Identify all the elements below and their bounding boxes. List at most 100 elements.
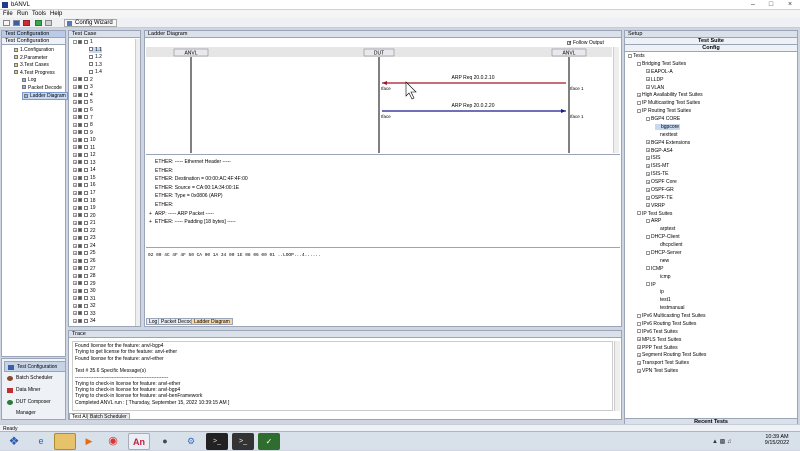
expand-icon[interactable]: +	[73, 228, 77, 233]
expand-collapse-icon[interactable]: -	[637, 108, 641, 113]
setup-tree-item[interactable]: testmanual	[655, 305, 684, 311]
setup-tree-item[interactable]: - IP Routing Test Suites	[637, 108, 691, 114]
test-case-checkbox[interactable]	[78, 39, 82, 44]
test-case-checkbox[interactable]	[78, 258, 82, 263]
test-case-checkbox[interactable]	[78, 273, 82, 278]
menu-file[interactable]: File	[3, 11, 13, 17]
test-case-item[interactable]: +3	[73, 84, 93, 90]
setup-tree-item[interactable]: - IPv6 Multicasting Test Suites	[637, 313, 706, 319]
setup-tree-item[interactable]: - IPv6 Routing Test Suites	[637, 321, 696, 327]
test-case-item[interactable]: +19	[73, 205, 96, 211]
expand-collapse-icon[interactable]: +	[637, 345, 641, 350]
test-case-checkbox[interactable]	[78, 168, 82, 173]
save-icon[interactable]	[13, 20, 20, 26]
expand-collapse-icon[interactable]: -	[637, 321, 641, 326]
test-case-checkbox[interactable]	[78, 198, 82, 203]
test-case-checkbox[interactable]	[78, 122, 82, 127]
test-case-checkbox[interactable]	[78, 175, 82, 180]
expand-collapse-icon[interactable]: -	[637, 329, 641, 334]
expand-icon[interactable]: +	[73, 190, 77, 195]
expand-icon[interactable]: +	[73, 152, 77, 157]
setup-tree-item[interactable]: + VRRP	[646, 203, 665, 209]
expand-icon[interactable]: +	[73, 296, 77, 301]
follow-output-option[interactable]: ✓ Follow Output	[567, 40, 604, 46]
test-case-checkbox[interactable]	[78, 235, 82, 240]
expand-icon[interactable]: +	[73, 84, 77, 89]
test-case-item[interactable]: +8	[73, 122, 93, 128]
config-tree-item[interactable]: 2.Parameter	[14, 55, 48, 61]
test-case-item[interactable]: +12	[73, 152, 96, 158]
expand-collapse-icon[interactable]: -	[646, 250, 650, 255]
test-case-select-checkbox[interactable]	[84, 235, 88, 240]
setup-tree-item[interactable]: + OSPF-TE	[646, 195, 673, 201]
setup-tree-item[interactable]: - IPv6 Test Suites	[637, 329, 678, 335]
expand-icon[interactable]: +	[73, 100, 77, 105]
test-case-checkbox[interactable]	[89, 47, 93, 52]
expand-collapse-icon[interactable]: -	[637, 313, 641, 318]
test-case-select-checkbox[interactable]	[84, 281, 88, 286]
test-case-item[interactable]: +6	[73, 107, 93, 113]
expand-icon[interactable]: +	[73, 243, 77, 248]
test-case-select-checkbox[interactable]	[84, 303, 88, 308]
test-case-select-checkbox[interactable]	[84, 213, 88, 218]
test-case-item[interactable]: +23	[73, 235, 96, 241]
test-case-checkbox[interactable]	[78, 228, 82, 233]
setup-tree-item[interactable]: + LLDP	[646, 77, 664, 83]
expand-icon[interactable]: +	[73, 92, 77, 97]
expand-icon[interactable]: +	[73, 198, 77, 203]
expand-icon[interactable]: +	[73, 273, 77, 278]
test-case-subitem[interactable]: 1.4	[89, 69, 102, 75]
test-case-checkbox[interactable]	[89, 54, 93, 59]
new-icon[interactable]	[3, 20, 10, 26]
expand-icon[interactable]: +	[73, 303, 77, 308]
test-case-select-checkbox[interactable]	[84, 311, 88, 316]
expand-icon[interactable]: +	[73, 160, 77, 165]
setup-tree-item[interactable]: bgpcore	[655, 123, 681, 130]
setup-tree-item[interactable]: + OSPF Core	[646, 179, 677, 185]
test-case-item[interactable]: +14	[73, 167, 96, 173]
expand-collapse-icon[interactable]: +	[646, 148, 650, 153]
test-case-checkbox[interactable]	[78, 311, 82, 316]
test-case-checkbox[interactable]	[78, 145, 82, 150]
expand-icon[interactable]: +	[73, 213, 77, 218]
test-case-item[interactable]: +26	[73, 258, 96, 264]
test-case-checkbox[interactable]	[78, 296, 82, 301]
test-case-item[interactable]: -1	[73, 39, 93, 45]
test-case-checkbox[interactable]	[78, 115, 82, 120]
setup-tree-item[interactable]: - BGP4 CORE	[646, 116, 680, 122]
expand-collapse-icon[interactable]: -	[637, 211, 641, 216]
expand-collapse-icon[interactable]: +	[646, 85, 650, 90]
test-case-select-checkbox[interactable]	[84, 258, 88, 263]
test-case-checkbox[interactable]	[78, 205, 82, 210]
minimize-button[interactable]: –	[744, 1, 762, 9]
expand-icon[interactable]: +	[73, 266, 77, 271]
setup-tree-item[interactable]: + ISIS-TE	[646, 171, 669, 177]
expand-collapse-icon[interactable]: +	[646, 179, 650, 184]
expand-collapse-icon[interactable]: +	[646, 156, 650, 161]
config-tree-item[interactable]: 4.Test Progress	[14, 70, 55, 76]
setup-tree-item[interactable]: test1	[655, 297, 671, 303]
chrome-icon[interactable]: ◉	[102, 433, 124, 450]
expand-icon[interactable]: +	[73, 205, 77, 210]
test-case-checkbox[interactable]	[78, 281, 82, 286]
test-case-checkbox[interactable]	[78, 152, 82, 157]
setup-tree-item[interactable]: - DHCP-Client	[646, 234, 680, 240]
config-tree-item[interactable]: Ladder Diagram	[22, 92, 68, 100]
test-case-select-checkbox[interactable]	[84, 84, 88, 89]
test-case-select-checkbox[interactable]	[84, 273, 88, 278]
test-case-select-checkbox[interactable]	[84, 183, 88, 188]
expand-icon[interactable]: +	[73, 258, 77, 263]
delete-icon[interactable]	[23, 20, 30, 26]
setup-tree-item[interactable]: nexttest	[655, 132, 678, 138]
stop-icon[interactable]	[45, 20, 52, 26]
expand-collapse-icon[interactable]: -	[646, 282, 650, 287]
test-case-select-checkbox[interactable]	[84, 205, 88, 210]
test-case-item[interactable]: +22	[73, 228, 96, 234]
media-player-icon[interactable]: ▶	[78, 433, 100, 450]
test-case-checkbox[interactable]	[89, 62, 93, 67]
test-case-checkbox[interactable]	[78, 77, 82, 82]
expand-icon[interactable]: +	[73, 288, 77, 293]
expand-icon[interactable]: +	[73, 175, 77, 180]
expand-icon[interactable]: +	[73, 77, 77, 82]
expand-collapse-icon[interactable]: -	[646, 234, 650, 239]
